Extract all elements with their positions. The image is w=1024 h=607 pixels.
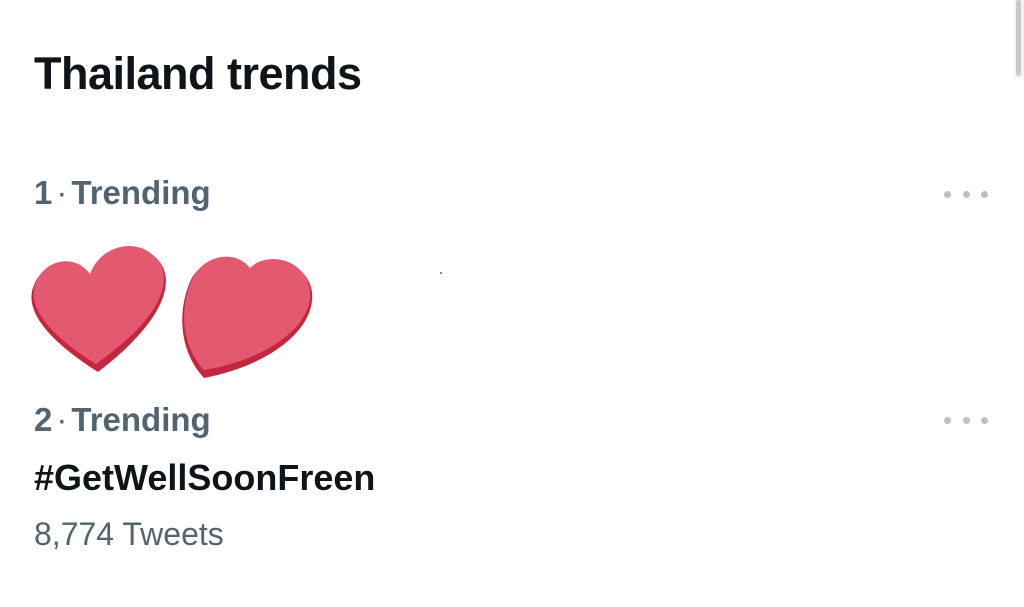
more-options-button[interactable] — [944, 184, 988, 204]
trend-meta: 2 · Trending — [34, 400, 211, 440]
trend-separator: · — [56, 174, 68, 211]
trend-name[interactable]: #GetWellSoonFreen — [34, 456, 375, 500]
heart-icon — [31, 246, 166, 372]
more-horizontal-icon — [944, 416, 988, 424]
scrollbar-thumb[interactable] — [1016, 0, 1021, 76]
trend-context: Trending — [71, 174, 211, 211]
obscured-trend-name — [28, 240, 328, 380]
trend-rank: 1 — [34, 174, 53, 211]
stray-mark — [440, 272, 442, 274]
more-horizontal-icon — [944, 190, 988, 198]
heart-stickers — [31, 246, 313, 378]
trend-rank: 2 — [34, 401, 53, 438]
trend-separator: · — [56, 401, 68, 438]
more-options-button[interactable] — [944, 410, 988, 430]
heart-icon — [182, 256, 313, 378]
scrollbar[interactable] — [1014, 0, 1024, 78]
trend-meta: 1 · Trending — [34, 173, 211, 213]
trend-context: Trending — [71, 401, 211, 438]
page-title: Thailand trends — [34, 48, 362, 99]
tweet-count: 8,774 Tweets — [34, 516, 224, 552]
